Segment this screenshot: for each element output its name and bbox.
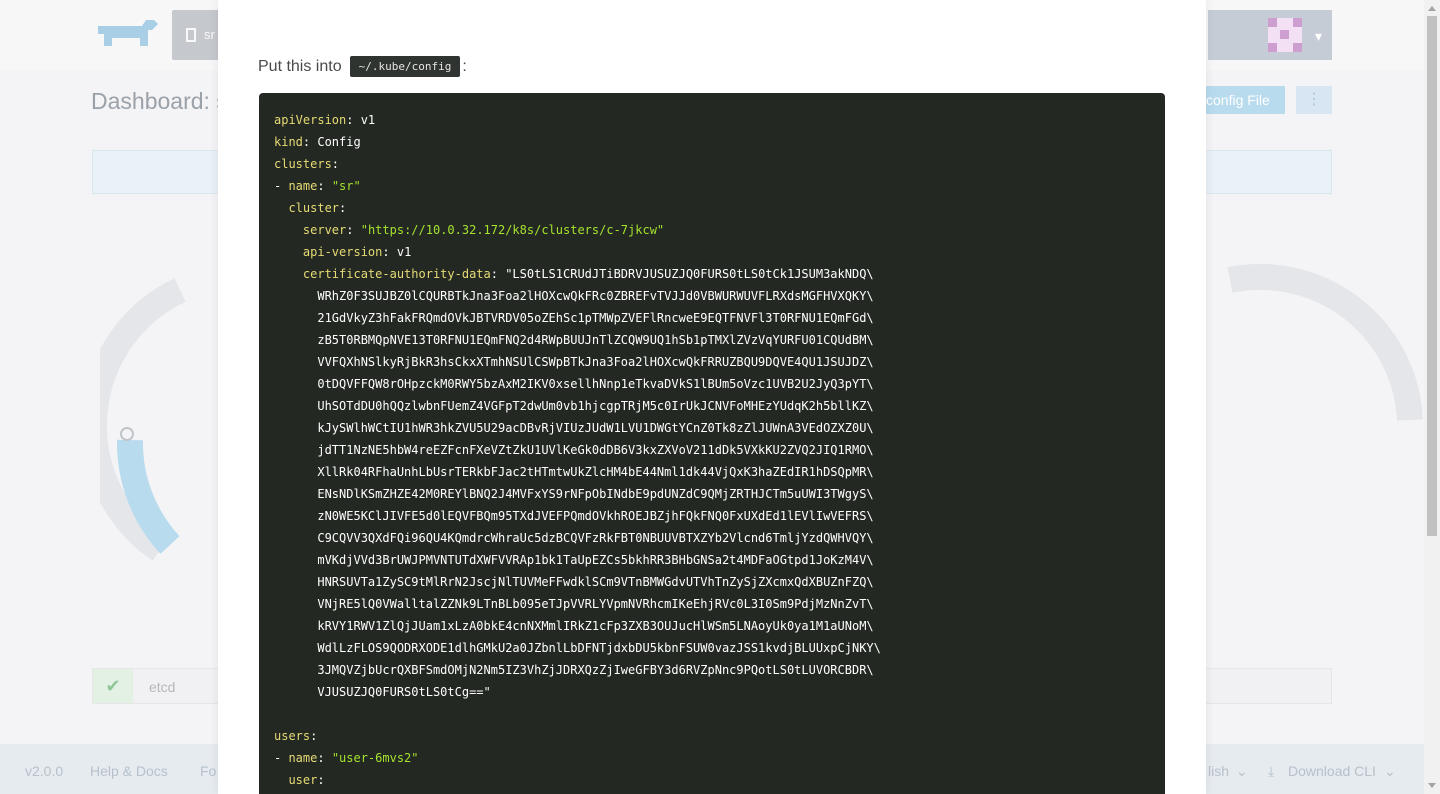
cluster-switcher-button[interactable]: sr	[172, 10, 222, 60]
cluster-name: sr	[204, 27, 215, 42]
user-menu[interactable]: ▾	[1208, 10, 1332, 60]
chevron-down-icon: ▾	[1314, 28, 1322, 44]
page-title: Dashboard: sr	[91, 88, 236, 114]
chevron-down-icon: ⌄	[1236, 763, 1248, 779]
instruction-line: Put this into ~/.kube/config :	[258, 56, 467, 77]
chevron-down-icon: ⌄	[1384, 763, 1396, 779]
instruction-text: Put this into	[258, 57, 342, 75]
download-icon: ⤓	[1268, 763, 1275, 779]
scroll-up-arrow-icon[interactable]	[1428, 6, 1436, 11]
instruction-suffix: :	[462, 57, 467, 75]
more-actions-button[interactable]: ⋮	[1296, 86, 1332, 114]
download-cli-link[interactable]: Download CLI	[1288, 763, 1376, 779]
check-icon: ✔	[93, 669, 133, 703]
cluster-icon	[186, 28, 196, 42]
version-label: v2.0.0	[25, 763, 64, 779]
kubeconfig-modal: Put this into ~/.kube/config : apiVersio…	[218, 0, 1206, 794]
kubeconfig-yaml: apiVersion: v1 kind: Config clusters: - …	[274, 113, 881, 787]
language-selector[interactable]: lish	[1208, 763, 1229, 779]
scroll-down-arrow-icon[interactable]	[1428, 783, 1436, 788]
scrollbar[interactable]	[1424, 0, 1440, 794]
kubeconfig-code-block[interactable]: apiVersion: v1 kind: Config clusters: - …	[259, 93, 1165, 794]
help-docs-link[interactable]: Help & Docs	[90, 763, 168, 779]
memory-gauge	[1227, 263, 1423, 421]
scrollbar-thumb[interactable]	[1427, 16, 1437, 536]
avatar	[1268, 18, 1302, 52]
forums-link[interactable]: Fo	[200, 763, 216, 779]
rancher-logo-icon[interactable]	[92, 16, 160, 52]
etcd-label: etcd	[149, 679, 176, 695]
config-path-badge: ~/.kube/config	[349, 56, 461, 77]
